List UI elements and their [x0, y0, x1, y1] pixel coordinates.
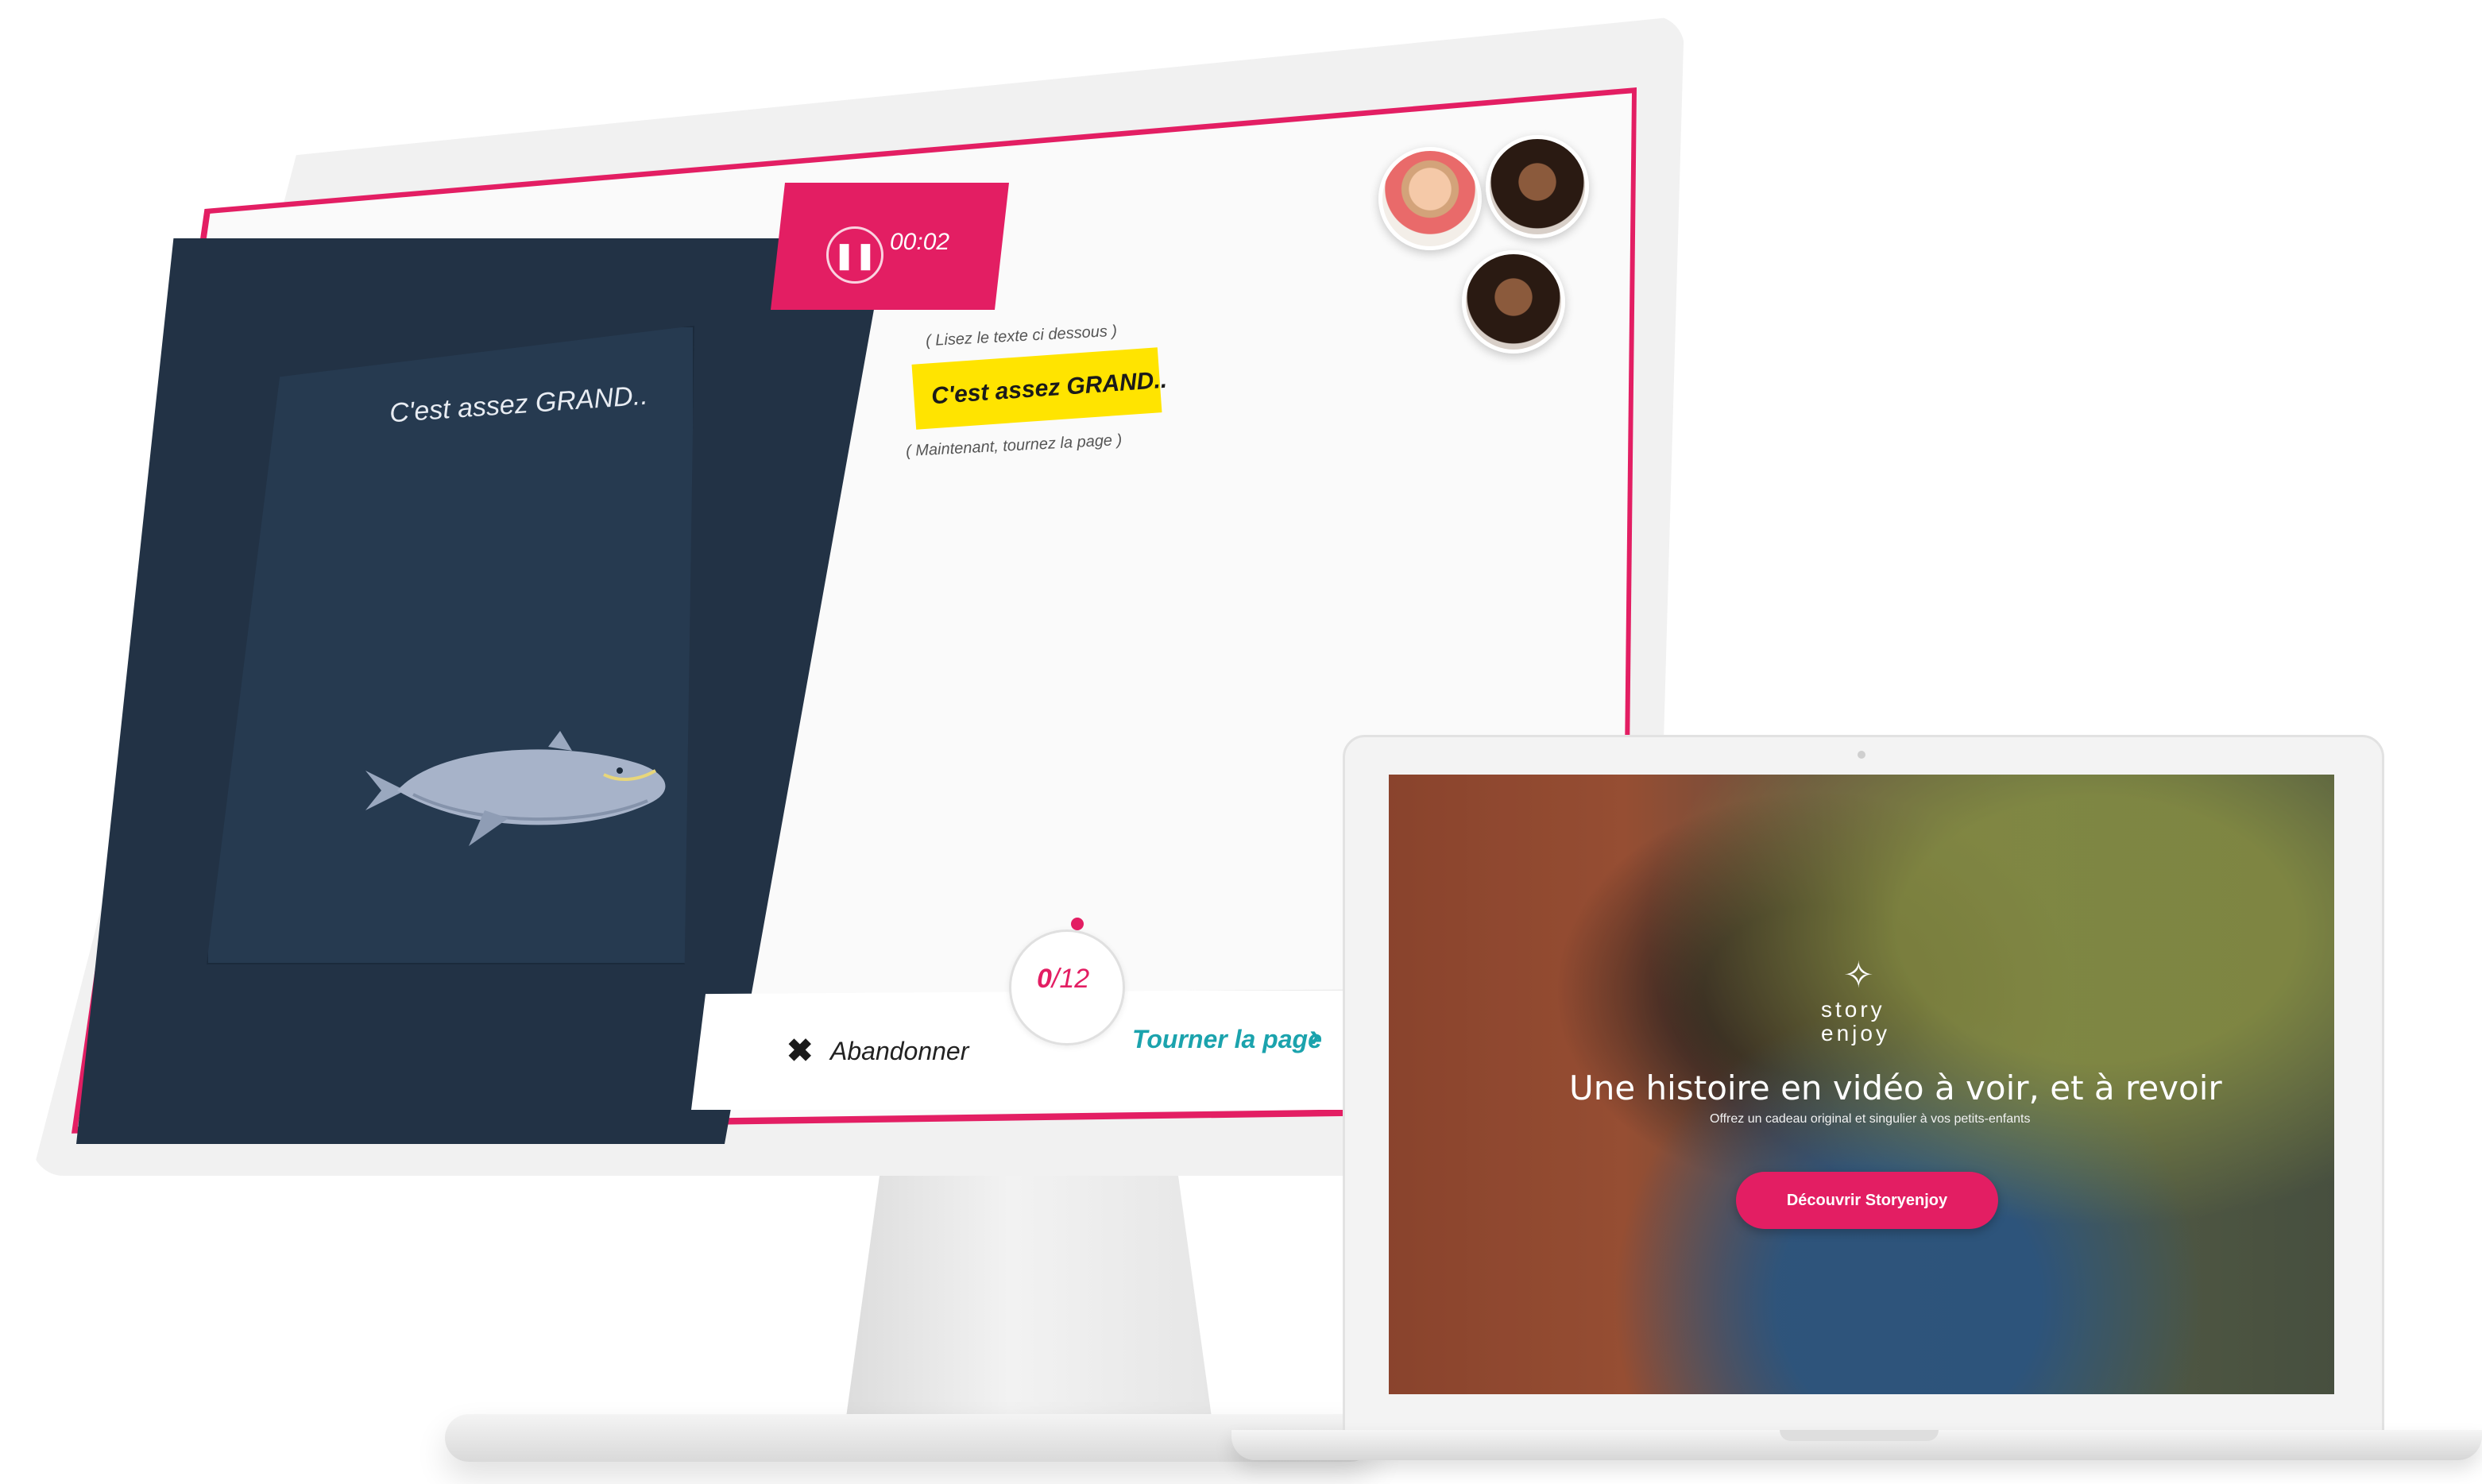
avatar-grandmother — [1378, 147, 1482, 250]
logo-text-story: story — [1821, 997, 1885, 1022]
discover-button[interactable]: Découvrir Storyenjoy — [1736, 1172, 1998, 1229]
crane-icon: ✧ — [1843, 954, 1874, 995]
turn-page-button[interactable]: Tourner la page — [1132, 1025, 1322, 1054]
hero-subtitle: Offrez un cadeau original et singulier à… — [1710, 1112, 2031, 1126]
chevron-right-icon[interactable]: › — [1309, 1018, 1320, 1054]
pause-button[interactable]: ❚❚ — [826, 226, 883, 284]
avatar-child — [1486, 135, 1589, 238]
avatar-child-secondary — [1462, 250, 1565, 354]
hero-title: Une histoire en vidéo à voir, et à revoi… — [1569, 1069, 2222, 1107]
close-icon[interactable]: ✖ — [787, 1033, 814, 1069]
laptop-notch — [1780, 1430, 1939, 1441]
progress-total: /12 — [1051, 964, 1090, 994]
timer-display: 00:02 — [890, 229, 950, 255]
progress-indicator-dot — [1071, 918, 1084, 930]
whale-illustration — [365, 731, 666, 846]
progress-current: 0 — [1037, 964, 1052, 994]
camera-dot — [1858, 751, 1865, 759]
imac-stand — [842, 1176, 1216, 1446]
pause-icon: ❚❚ — [833, 241, 876, 269]
page-progress: 0/12 — [1037, 964, 1089, 995]
logo-text-enjoy: enjoy — [1821, 1021, 1890, 1045]
abandon-button[interactable]: Abandonner — [830, 1037, 968, 1066]
